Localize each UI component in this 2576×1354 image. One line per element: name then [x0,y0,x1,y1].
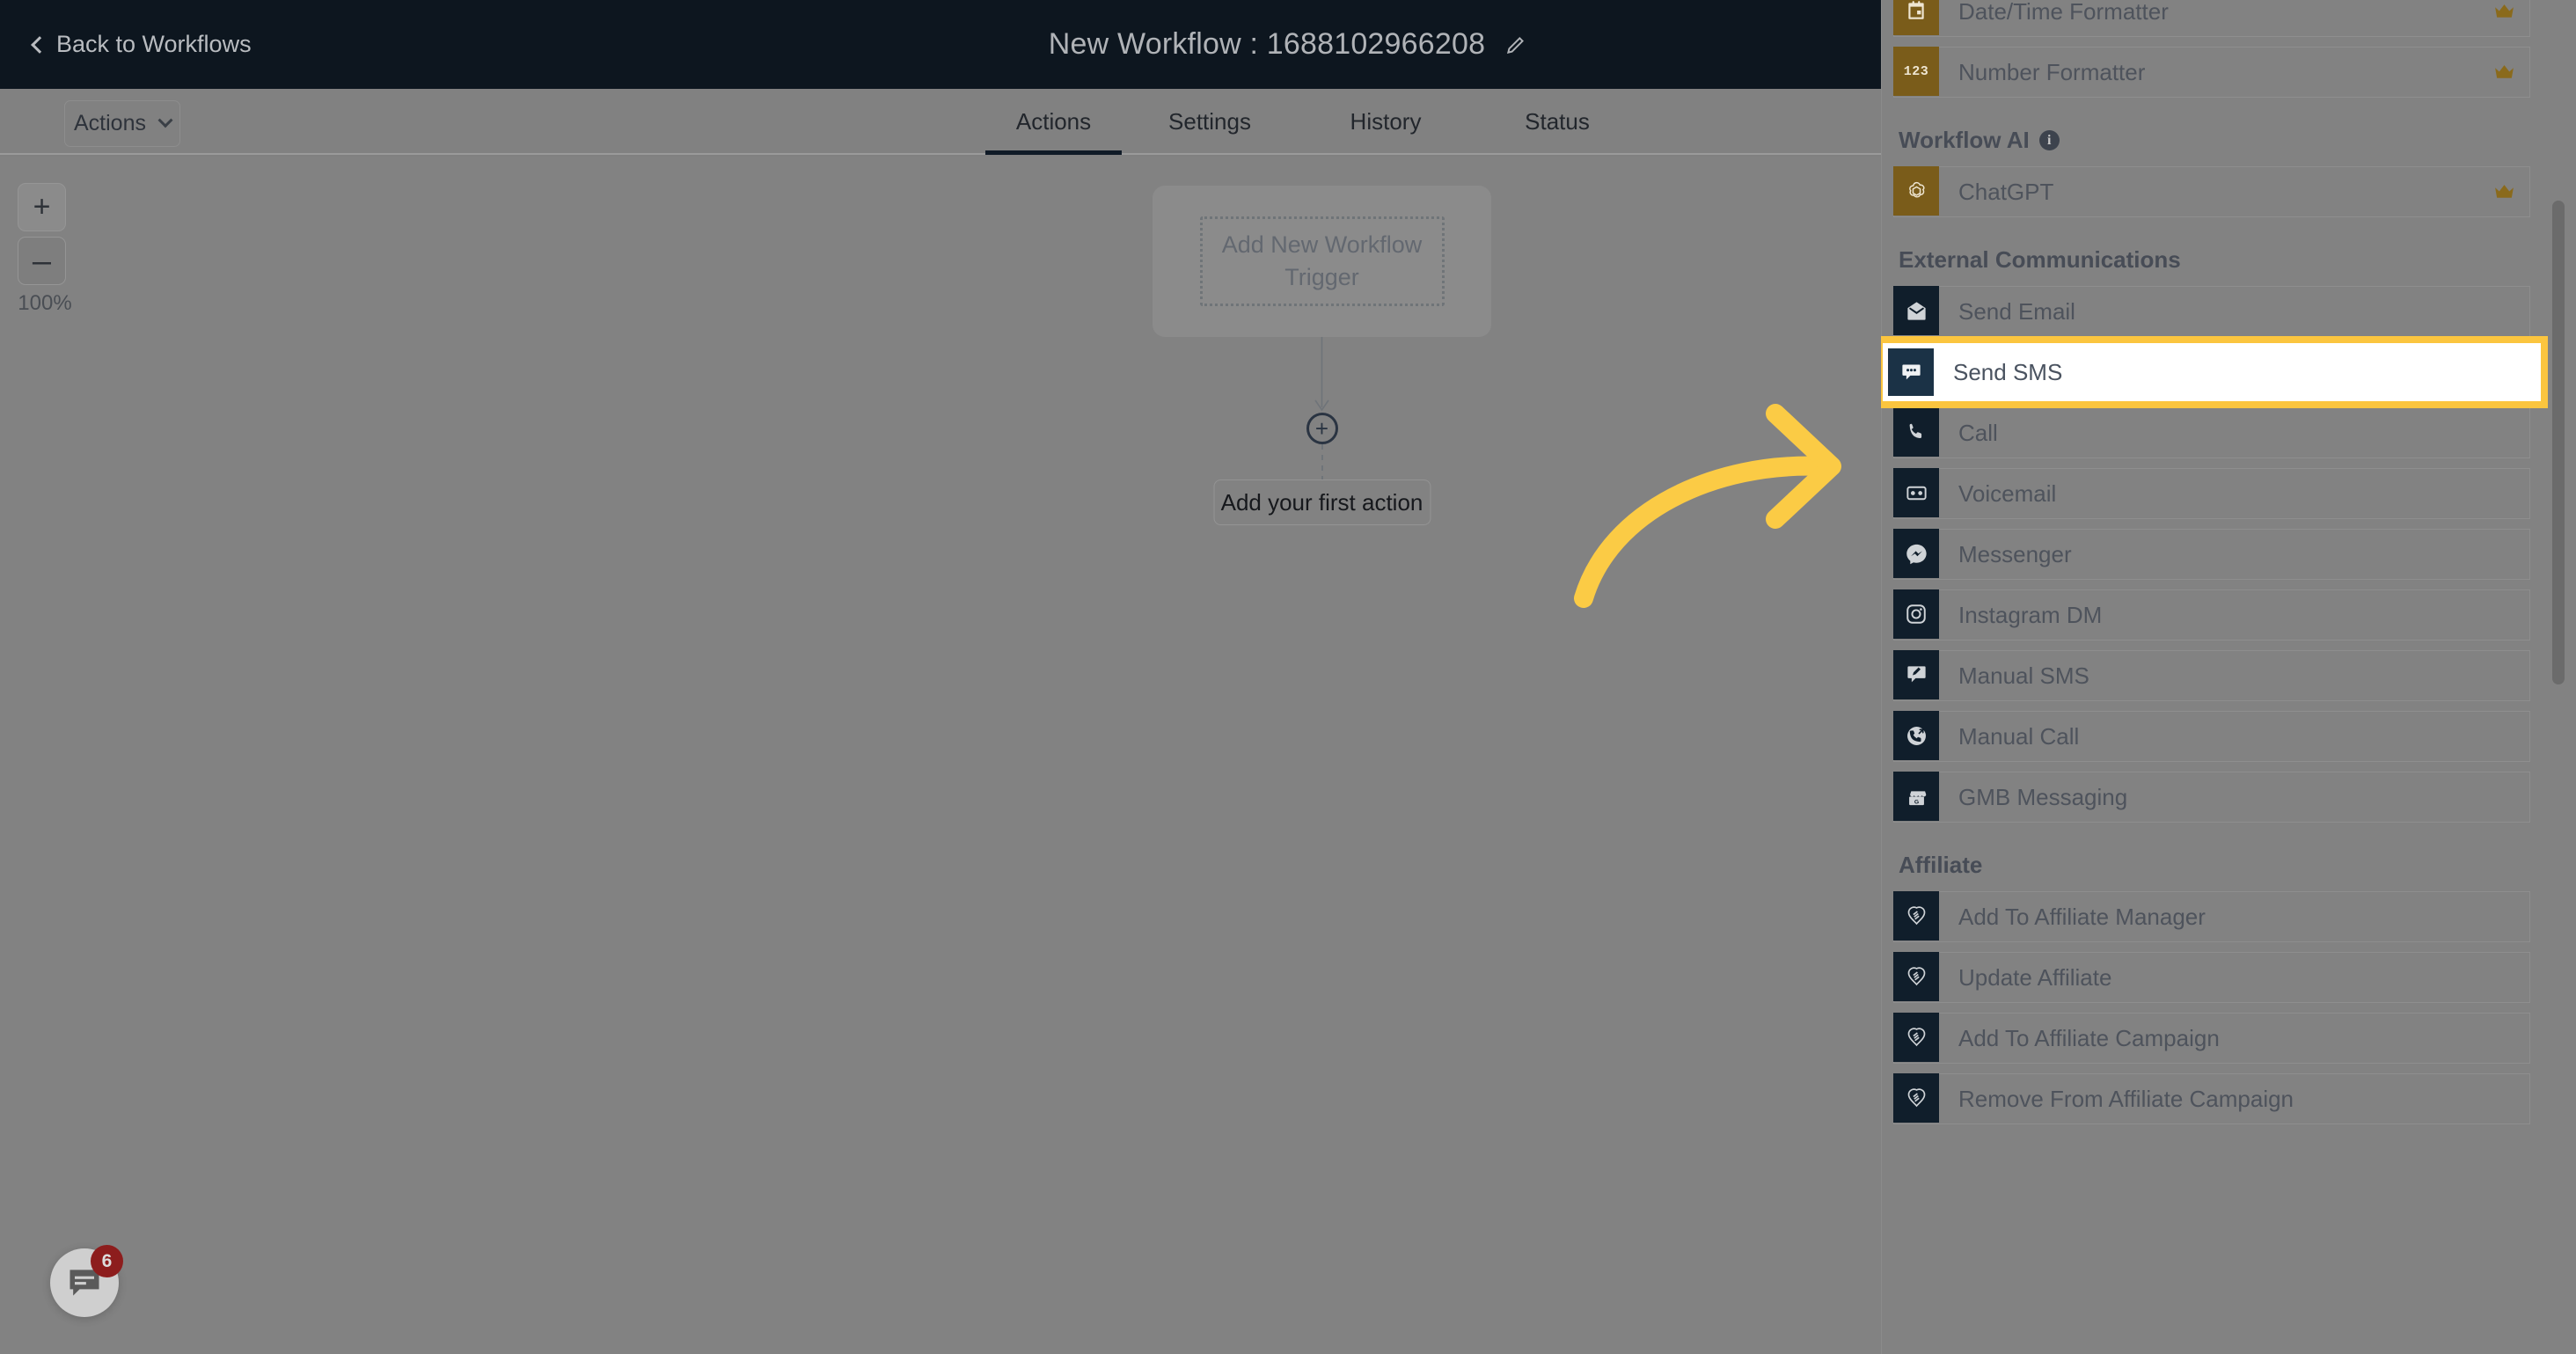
list-item-label: Voicemail [1958,479,2057,507]
handshake-icon [1893,1073,1939,1123]
group-title-label: Affiliate [1899,852,1983,878]
sms-bubble-icon [1888,348,1934,396]
list-item-label: Send Email [1958,297,2075,325]
zoom-in-icon: + [33,190,51,223]
phone-outgoing-icon [1893,711,1939,760]
list-item[interactable]: Messenger [1893,529,2530,580]
storefront-g-icon: G [1893,772,1939,821]
list-item[interactable]: Update Affiliate [1893,952,2530,1003]
plus-icon: + [1314,415,1329,442]
group-title-affiliate: Affiliate [1893,832,2530,891]
workflow-graph: Add New Workflow Trigger + Add your firs… [1153,186,1491,525]
zoom-level-label: 100% [18,291,72,315]
list-item-label: Instagram DM [1958,601,2103,628]
tab-actions-label: Actions [1015,108,1092,135]
back-to-workflows-label: Back to Workflows [56,31,252,57]
crown-icon [2493,48,2529,97]
actions-dropdown-button[interactable]: Actions [64,100,180,147]
tab-settings[interactable]: Settings [1122,89,1298,155]
pencil-bubble-icon [1893,650,1939,699]
list-item-label: Remove From Affiliate Campaign [1958,1085,2294,1112]
list-item[interactable]: ChatGPT [1893,166,2530,217]
list-item[interactable]: Instagram DM [1893,589,2530,640]
back-to-workflows-link[interactable]: Back to Workflows [31,31,252,58]
group-title-label: Workflow AI [1899,127,2030,153]
openai-icon [1893,166,1939,216]
tab-status-label: Status [1525,108,1590,135]
list-item-label: Update Affiliate [1958,963,2112,991]
list-item[interactable]: Add To Affiliate Campaign [1893,1013,2530,1064]
list-item[interactable]: Manual Call [1893,711,2530,762]
handshake-icon [1893,891,1939,940]
zoom-in-button[interactable]: + [18,183,66,231]
list-item-send-sms[interactable]: Send SMS [1886,347,2537,398]
list-item-label: Number Formatter [1958,58,2146,85]
add-workflow-trigger-label: Add New Workflow Trigger [1199,216,1445,306]
crown-icon [2493,0,2529,36]
voicemail-tape-icon [1893,468,1939,517]
list-item-label: Send SMS [1953,358,2063,385]
list-item-label: Manual SMS [1958,662,2089,689]
list-item[interactable]: G GMB Messaging [1893,772,2530,823]
list-item-label: GMB Messaging [1958,783,2128,810]
workflow-canvas[interactable]: + – 100% Add New Workflow Trigger + Add … [0,157,1881,1354]
top-header-bar: Back to Workflows [0,0,1881,89]
crown-icon [2493,167,2529,216]
list-item-label: Date/Time Formatter [1958,0,2169,25]
list-item-label: Add To Affiliate Manager [1958,903,2206,930]
group-title-workflow-ai: Workflow AI i [1893,107,2530,166]
workflow-builder-app: Back to Workflows New Workflow : 1688102… [0,0,2576,1354]
panel-scrollbar[interactable] [2552,0,2565,1354]
actions-side-panel[interactable]: Date/Time Formatter 123 Number Formatter [1881,0,2576,1354]
list-item-label: Add To Affiliate Campaign [1958,1024,2220,1051]
list-item[interactable]: Send Email [1893,286,2530,337]
list-item-label: Call [1958,419,1998,446]
add-workflow-trigger-node[interactable]: Add New Workflow Trigger [1153,186,1491,337]
list-item-label: Manual Call [1958,722,2080,750]
tab-settings-label: Settings [1168,108,1251,135]
list-item-label: ChatGPT [1958,178,2054,205]
tab-status[interactable]: Status [1474,89,1641,155]
list-item[interactable]: Date/Time Formatter [1893,0,2530,37]
tab-history[interactable]: History [1298,89,1474,155]
chat-support-widget[interactable]: 6 [50,1245,123,1317]
chevron-left-icon [31,35,48,54]
tab-strip: Actions Actions Settings History Status [0,89,1881,155]
calendar-icon [1893,0,1939,35]
pencil-icon[interactable] [1504,33,1527,56]
svg-text:G: G [1914,799,1918,805]
actions-list: Date/Time Formatter 123 Number Formatter [1881,0,2543,1134]
chat-unread-badge: 6 [91,1245,123,1277]
list-item[interactable]: Add To Affiliate Manager [1893,891,2530,942]
phone-icon [1893,407,1939,457]
list-item[interactable]: 123 Number Formatter [1893,47,2530,98]
list-item[interactable]: Manual SMS [1893,650,2530,701]
numbers-123-icon: 123 [1893,47,1939,96]
tab-actions[interactable]: Actions [985,89,1122,155]
list-item[interactable]: Call [1893,407,2530,458]
dashed-connector [1321,444,1323,479]
tabs-container: Actions Settings History Status [985,89,1641,155]
add-first-action-button[interactable]: Add your first action [1213,479,1431,525]
info-icon[interactable]: i [2038,130,2060,150]
chevron-down-icon [157,112,173,128]
group-title-label: External Communications [1899,246,2181,273]
zoom-controls: + – 100% [18,183,88,316]
handshake-icon [1893,1013,1939,1062]
add-first-action-label: Add your first action [1220,488,1423,516]
handshake-icon [1893,952,1939,1001]
zoom-out-button[interactable]: – [18,237,66,285]
list-item[interactable]: Remove From Affiliate Campaign [1893,1073,2530,1124]
panel-scrollbar-thumb[interactable] [2552,201,2565,684]
tab-history-label: History [1350,108,1422,135]
actions-dropdown-label: Actions [74,111,146,135]
group-title-external-communications: External Communications [1893,227,2530,286]
envelope-icon [1893,286,1939,335]
list-item[interactable]: Voicemail [1893,468,2530,519]
messenger-icon [1893,529,1939,578]
instagram-icon [1893,589,1939,639]
add-action-button[interactable]: + [1306,413,1338,444]
list-item-label: Messenger [1958,540,2072,567]
